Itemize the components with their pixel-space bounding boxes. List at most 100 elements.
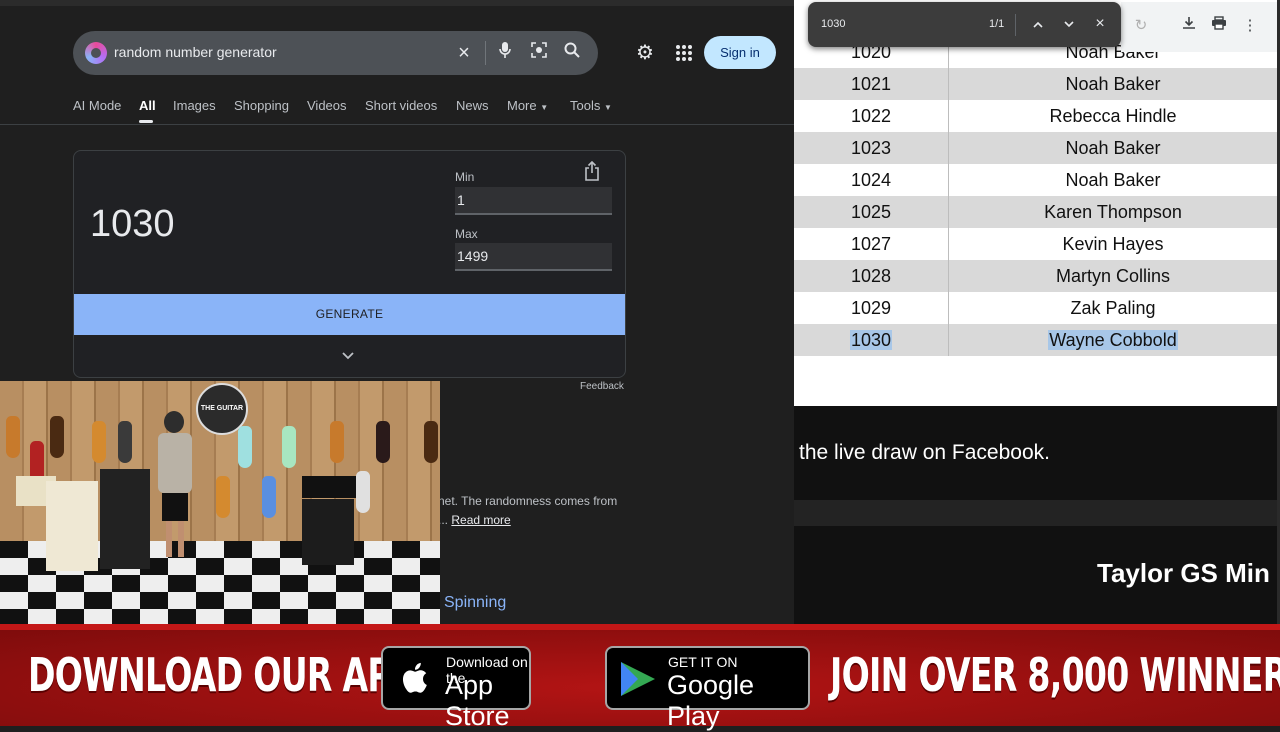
snippet-text-2: ... Read more (438, 513, 511, 527)
find-in-page-bar: 1030 1/1 × (808, 2, 1121, 47)
caret-down-icon: ▼ (603, 103, 612, 112)
table-row: 1022 Rebecca Hindle (794, 100, 1277, 132)
table-row: 1023 Noah Baker (794, 132, 1277, 164)
table-row: 1024 Noah Baker (794, 164, 1277, 196)
guitar-image (92, 421, 106, 463)
entry-name: Zak Paling (1070, 298, 1156, 318)
active-tab-indicator (139, 120, 153, 123)
find-previous-icon[interactable] (1028, 14, 1048, 34)
guitar-image (424, 421, 438, 463)
search-match-highlight: 1030 (849, 330, 893, 350)
max-field[interactable]: 1499 (455, 243, 612, 271)
generate-button[interactable]: GENERATE (74, 294, 625, 335)
guitar-image (118, 421, 132, 463)
tab-all[interactable]: All (139, 98, 156, 113)
entry-name: Karen Thompson (1044, 202, 1182, 222)
table-row: 1027 Kevin Hayes (794, 228, 1277, 260)
print-icon[interactable] (1209, 16, 1229, 36)
entry-number: 1025 (794, 196, 949, 228)
entry-name: Wayne Cobbold (949, 324, 1277, 356)
search-box-divider (485, 41, 486, 65)
snippet-text: net. The randomness comes from (438, 494, 618, 508)
guitar-image (50, 416, 64, 458)
entry-number: 1028 (794, 260, 949, 292)
find-match-count: 1/1 (989, 18, 1005, 30)
tab-videos[interactable]: Videos (307, 98, 347, 113)
search-input[interactable]: random number generator (114, 44, 277, 60)
search-icon[interactable] (560, 41, 584, 65)
google-play-top-text: GET IT ON (668, 654, 738, 670)
guitar-image (216, 476, 230, 518)
amp-image (302, 499, 354, 565)
min-field[interactable]: 1 (455, 187, 612, 215)
guitar-image (330, 421, 344, 463)
overlay-band (794, 500, 1280, 526)
promo-banner: DOWNLOAD OUR APP Download on the App Sto… (0, 624, 1280, 731)
random-number-card: 1030 Min 1 Max 1499 GENERATE (73, 150, 626, 378)
share-icon[interactable] (584, 160, 604, 183)
tab-ai-mode[interactable]: AI Mode (73, 98, 121, 113)
caret-down-icon: ▼ (540, 103, 549, 112)
download-app-text: DOWNLOAD OUR APP (28, 648, 415, 702)
find-close-icon[interactable]: × (1090, 14, 1110, 34)
max-label: Max (455, 227, 478, 241)
search-box[interactable]: random number generator × (73, 31, 598, 75)
google-play-label: Google Play (667, 670, 755, 731)
entry-number: 1022 (794, 100, 949, 132)
pdf-toolbar: ↻ ⋮ (1121, 2, 1280, 52)
apple-logo-icon (399, 660, 429, 705)
entry-name: Kevin Hayes (1062, 234, 1164, 254)
table-row: 1025 Karen Thompson (794, 196, 1277, 228)
sign-in-button[interactable]: Sign in (704, 36, 776, 69)
more-options-icon[interactable]: ⋮ (1240, 16, 1260, 36)
live-video-feed: THE GUITAR (0, 381, 440, 630)
tab-short-videos[interactable]: Short videos (365, 98, 437, 113)
app-store-label: App Store (445, 670, 510, 731)
guitar-image (282, 426, 296, 468)
entry-number: 1024 (794, 164, 949, 196)
settings-gear-icon[interactable]: ⚙ (634, 42, 656, 64)
entry-number: 1023 (794, 132, 949, 164)
find-next-icon[interactable] (1059, 14, 1079, 34)
tab-news[interactable]: News (456, 98, 489, 113)
apps-grid-icon[interactable] (676, 45, 692, 61)
presenter-image (158, 411, 192, 561)
tab-tools-label: Tools (570, 98, 601, 113)
table-row-highlighted: 1030 Wayne Cobbold (794, 324, 1277, 356)
read-more-link[interactable]: Read more (451, 513, 510, 527)
entry-name: Martyn Collins (1055, 266, 1171, 286)
tab-shopping[interactable]: Shopping (234, 98, 289, 113)
facebook-live-text: the live draw on Facebook. (799, 441, 1050, 464)
table-row: 1021 Noah Baker (794, 68, 1277, 100)
entry-number: 1030 (794, 324, 949, 356)
random-result: 1030 (90, 203, 175, 245)
entry-number: 1027 (794, 228, 949, 260)
entry-name: Noah Baker (1065, 138, 1161, 158)
guitar-image (376, 421, 390, 463)
feedback-link[interactable]: Feedback (580, 381, 624, 392)
guitar-image (238, 426, 252, 468)
guitar-image (356, 471, 370, 513)
entry-number: 1029 (794, 292, 949, 324)
chevron-down-icon[interactable] (342, 347, 354, 363)
download-icon[interactable] (1179, 16, 1199, 36)
join-winners-text: JOIN OVER 8,000 WINNERS! (830, 648, 1280, 702)
guitar-image (262, 476, 276, 518)
amp-image (46, 481, 98, 571)
tab-images[interactable]: Images (173, 98, 216, 113)
entry-number: 1021 (794, 68, 949, 100)
clear-icon[interactable]: × (452, 41, 476, 65)
selected-name-highlight: Wayne Cobbold (1048, 330, 1178, 350)
find-input[interactable]: 1030 (821, 18, 845, 30)
redo-icon[interactable]: ↻ (1131, 16, 1151, 36)
header-divider (0, 124, 794, 125)
app-store-badge[interactable]: Download on the App Store (381, 646, 531, 731)
microphone-icon[interactable] (493, 41, 517, 65)
tab-tools[interactable]: Tools ▼ (570, 98, 612, 113)
guitar-image (6, 416, 20, 458)
result-link-spinning[interactable]: Spinning (444, 594, 506, 612)
google-play-badge[interactable]: GET IT ON Google Play (605, 646, 810, 731)
tab-more[interactable]: More ▼ (507, 98, 548, 113)
ai-logo-icon (85, 42, 107, 64)
lens-icon[interactable] (527, 41, 551, 65)
